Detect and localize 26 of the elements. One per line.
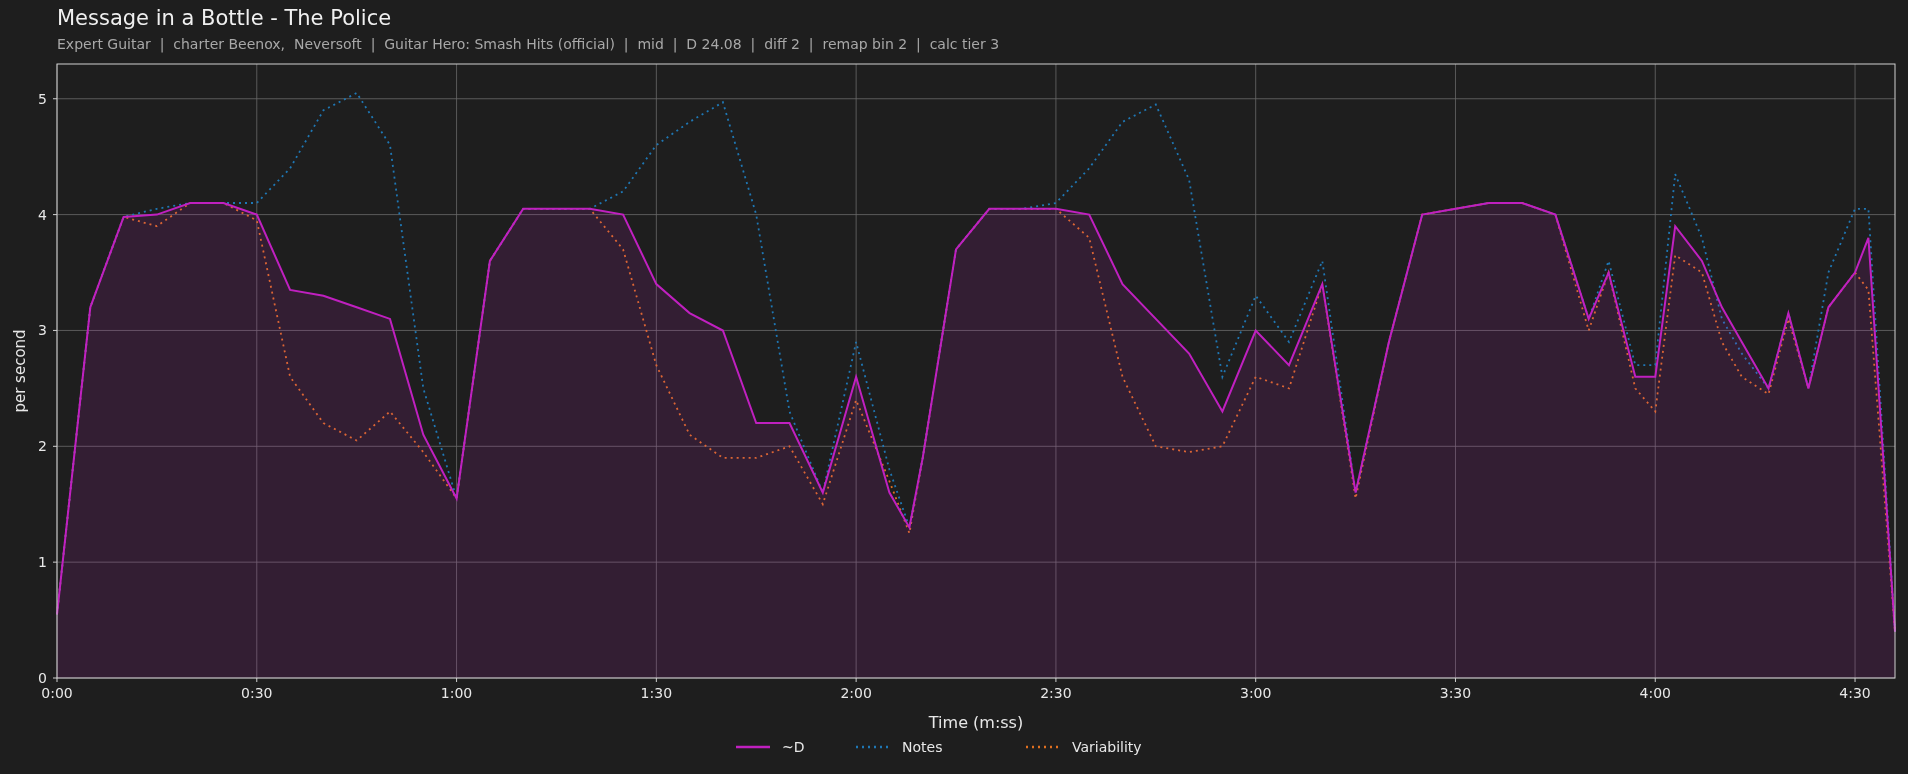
chart-subtitle: Expert Guitar | charter Beenox, Neversoft | Guitar Hero: Smash Hits (official) | mid | D 24.08 | diff 2 | remap bin 2 | calc tier 3	[57, 36, 1000, 53]
y-tick-label: 3	[38, 322, 47, 339]
x-axis-label: Time (m:ss)	[928, 713, 1024, 732]
x-tick-label: 4:00	[1639, 685, 1671, 701]
y-tick-label: 4	[38, 206, 47, 223]
legend-swatch	[856, 745, 890, 749]
legend-label: ~D	[782, 739, 805, 755]
y-tick-label: 5	[38, 90, 47, 107]
x-tick-label: 0:00	[41, 685, 73, 701]
legend-swatch	[1026, 745, 1060, 749]
x-tick-label: 3:30	[1439, 685, 1472, 701]
y-tick-label: 2	[38, 438, 47, 455]
y-axis-label: per second	[11, 329, 29, 413]
chart-title: Message in a Bottle - The Police	[57, 6, 392, 30]
x-tick-label: 1:30	[640, 685, 673, 701]
x-tick-label: 0:30	[241, 685, 273, 701]
x-tick-label: 4:30	[1839, 685, 1871, 701]
x-tick-label: 2:30	[1040, 685, 1072, 701]
legend-label: Notes	[902, 739, 943, 755]
legend-label: Variability	[1072, 739, 1142, 755]
x-tick-label: 1:00	[440, 685, 473, 701]
y-tick-label: 1	[38, 554, 47, 571]
y-tick-label: 0	[38, 670, 47, 686]
x-tick-label: 3:00	[1239, 685, 1272, 701]
legend-swatch	[736, 745, 770, 749]
x-tick-label: 2:00	[840, 685, 872, 701]
